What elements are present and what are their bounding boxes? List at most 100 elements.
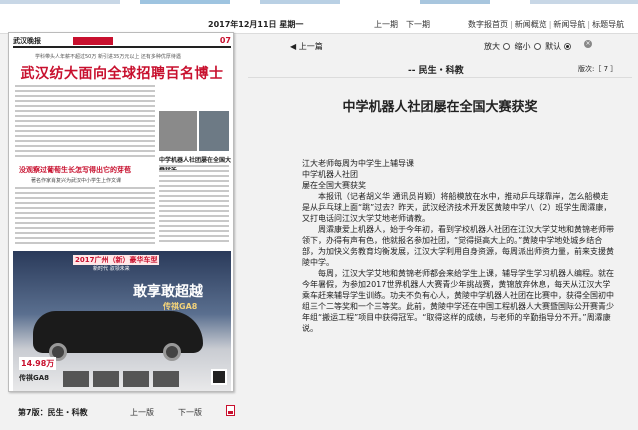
article-paragraph: 每周，江汉大学艾地和黄锦老师都会来给学生上课，辅导学生学习机器人编程。就在今年暑… xyxy=(302,269,614,333)
ad-sub-text: 新时代 驭领未来 xyxy=(93,266,130,272)
text-line xyxy=(159,190,229,192)
text-line xyxy=(159,165,229,167)
top-strip xyxy=(0,0,638,14)
weekday-text: 星期一 xyxy=(279,20,304,29)
text-line xyxy=(15,105,155,107)
text-line xyxy=(15,227,155,229)
ad-top-text: 2017广州（新）豪华车型 xyxy=(73,255,160,265)
lead-line: 中学机器人社团 xyxy=(302,170,358,179)
text-line xyxy=(15,110,155,112)
text-line xyxy=(159,200,229,202)
text-line xyxy=(15,95,155,97)
text-line xyxy=(159,220,229,222)
qr-code xyxy=(211,369,227,385)
close-icon[interactable]: × xyxy=(584,40,592,48)
edition-label: 第7版：民生・科教 xyxy=(18,408,88,417)
article-paragraph: 本报讯（记者胡义华 通讯员肖颖）将船模放在水中，推动乒乓球靠岸，怎么船模走是从乒… xyxy=(302,192,612,223)
section-name: -- 民生・科教 xyxy=(408,66,464,76)
title-nav-link[interactable]: 标题导航 xyxy=(592,20,624,29)
text-line xyxy=(15,100,155,102)
car-wheel xyxy=(163,343,181,361)
zoom-out-radio[interactable] xyxy=(533,43,541,50)
strip-segment xyxy=(0,0,120,4)
text-line xyxy=(15,187,155,189)
text-line xyxy=(159,225,229,227)
ad-tile xyxy=(153,371,179,387)
section-bar: -- 民生・科教 版次:［ 7 ］ xyxy=(248,58,632,78)
default-radio[interactable] xyxy=(564,43,572,50)
next-page-link[interactable]: 下一版 xyxy=(178,407,202,418)
prev-issue-link[interactable]: 上一期 xyxy=(374,19,398,30)
next-issue-link[interactable]: 下一期 xyxy=(406,19,430,30)
strip-segment xyxy=(420,0,490,4)
ad-tile xyxy=(63,371,89,387)
page-version: 版次:［ 7 ］ xyxy=(578,65,618,73)
article-toolbar: ◀ 上一篇 放大 缩小 默认 × xyxy=(248,38,638,54)
text-line xyxy=(15,150,155,152)
text-line xyxy=(159,230,229,232)
masthead-logo: 武汉晚报 xyxy=(13,36,41,45)
text-line xyxy=(159,235,229,237)
lead-line: 江大老师每周为中学生上辅导课 xyxy=(302,159,414,168)
ad-tile xyxy=(93,371,119,387)
text-line xyxy=(15,222,155,224)
lead-line: 屡在全国大赛获奖 xyxy=(302,181,366,190)
article-paragraph: 周瀮康爱上机器人，始于今年初，看到学校机器人社团在江汉大学艾地和黄锦老师带领下，… xyxy=(302,225,614,267)
masthead: 武汉晚报 07 xyxy=(13,36,231,48)
text-line xyxy=(159,170,229,172)
text-line xyxy=(15,207,155,209)
article-panel: 中学机器人社团屡在全国大赛获奖 江大老师每周为中学生上辅导课 中学机器人社团 屡… xyxy=(248,78,632,430)
thumb-headline-2[interactable]: 没观察过葡萄生长怎写得出它的芽苞 xyxy=(19,165,131,175)
pdf-icon[interactable] xyxy=(226,405,235,416)
zoom-out-label: 缩小 xyxy=(514,42,531,51)
text-line xyxy=(15,90,155,92)
page-number: 07 xyxy=(219,36,231,45)
text-line xyxy=(15,202,155,204)
text-line xyxy=(15,130,155,132)
zoom-in-label: 放大 xyxy=(484,42,500,51)
article-title: 中学机器人社团屡在全国大赛获奖 xyxy=(342,100,538,115)
issue-nav-bar: 2017年12月11日 星期一 上一期 下一期 数字报首页 | 新闻概览 | 新闻导航 |… xyxy=(0,14,638,34)
text-line xyxy=(159,205,229,207)
text-line xyxy=(15,85,155,87)
home-link[interactable]: 数字报首页 xyxy=(468,20,508,29)
text-line xyxy=(159,240,229,242)
news-photo xyxy=(199,111,229,151)
article-body: 江大老师每周为中学生上辅导课 中学机器人社团 屡在全国大赛获奖 本报讯（记者胡义… xyxy=(302,158,614,334)
prev-page-link[interactable]: 上一版 xyxy=(130,407,154,418)
text-line xyxy=(159,215,229,217)
ad-slogan: 敢享敢超越 xyxy=(133,284,203,300)
zoom-in-radio[interactable] xyxy=(503,43,510,50)
car-advertisement: 2017广州（新）豪华车型 新时代 驭领未来 敢享敢超越 传祺GA8 14.98… xyxy=(13,251,231,391)
page-thumbnail[interactable]: 武汉晚报 07 学科带头人年薪不超过50万 新引进35万元以上 还有多种优厚待遇… xyxy=(8,32,234,392)
text-line xyxy=(15,120,155,122)
thumb-headline[interactable]: 武汉纺大面向全球招聘百名博士 xyxy=(15,63,229,83)
top-links: 数字报首页 | 新闻概览 | 新闻导航 | 标题导航 xyxy=(468,20,625,29)
text-line xyxy=(15,197,155,199)
news-overview-link[interactable]: 新闻概览 xyxy=(515,20,547,29)
text-line xyxy=(15,212,155,214)
text-line xyxy=(159,210,229,212)
text-line xyxy=(159,175,229,177)
text-line xyxy=(15,237,155,239)
masthead-tag xyxy=(73,37,113,45)
zoom-controls: 放大 缩小 默认 xyxy=(484,41,573,52)
text-line xyxy=(15,155,155,157)
text-line xyxy=(15,140,155,142)
text-line xyxy=(15,135,155,137)
prev-article-label: 上一篇 xyxy=(298,42,323,51)
news-photo xyxy=(159,111,197,151)
ad-tile xyxy=(123,371,149,387)
text-line xyxy=(15,145,155,147)
strip-segment xyxy=(530,0,638,4)
thumb-subtitle-2: 著名作家肖复兴为武汉中小学生上作文课 xyxy=(31,178,122,184)
text-line xyxy=(15,115,155,117)
ad-brand: 传祺GA8 xyxy=(19,374,50,382)
news-nav-link[interactable]: 新闻导航 xyxy=(553,20,585,29)
issue-date: 2017年12月11日 星期一 xyxy=(208,19,303,30)
prev-article-link[interactable]: ◀ 上一篇 xyxy=(290,41,323,52)
text-line xyxy=(159,195,229,197)
text-line xyxy=(15,192,155,194)
default-label: 默认 xyxy=(545,42,562,51)
ad-price: 14.98万 xyxy=(19,357,57,370)
